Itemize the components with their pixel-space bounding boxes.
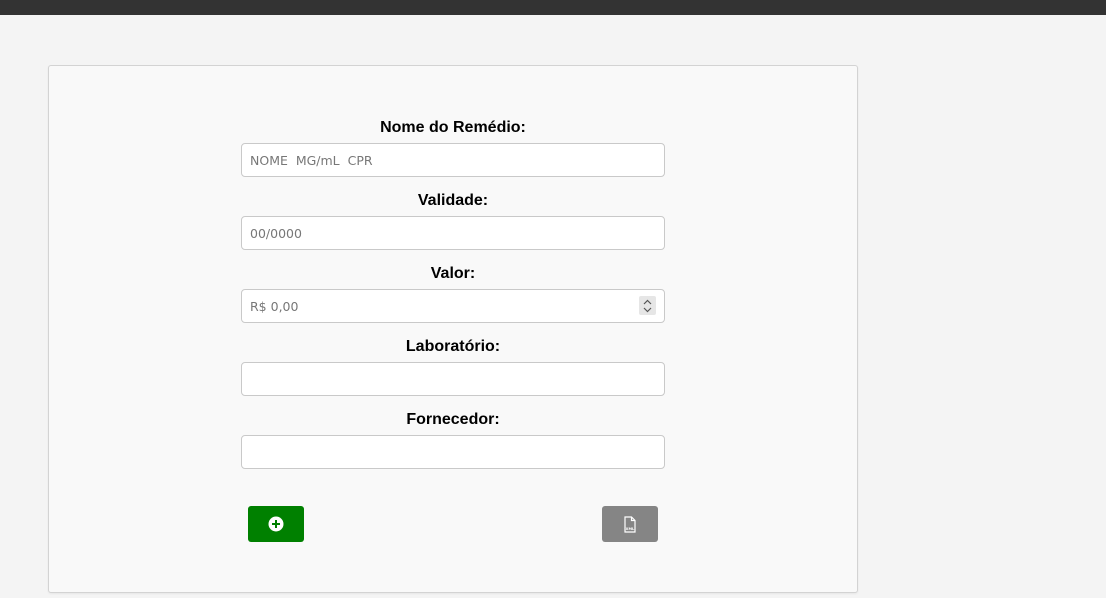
laboratory-field: Laboratório:: [241, 337, 665, 396]
export-xml-button[interactable]: XML: [602, 506, 658, 542]
supplier-label: Fornecedor:: [406, 411, 500, 428]
price-input-wrapper: [241, 289, 665, 323]
supplier-field: Fornecedor:: [241, 410, 665, 469]
chevron-up-icon[interactable]: [643, 299, 652, 305]
medicine-name-input[interactable]: [241, 143, 665, 177]
expiry-label: Validade:: [417, 192, 489, 209]
chevron-down-icon[interactable]: [643, 307, 652, 313]
price-label: Valor:: [430, 265, 476, 282]
expiry-input[interactable]: [241, 216, 665, 250]
price-stepper[interactable]: [639, 296, 656, 315]
medicine-name-label: Nome do Remédio:: [380, 119, 526, 136]
medicine-name-field: Nome do Remédio:: [241, 118, 665, 177]
laboratory-label: Laboratório:: [405, 338, 501, 355]
xml-icon-text: XML: [626, 527, 635, 531]
medicine-form-card: Nome do Remédio: Validade: Valor: Labora…: [48, 65, 858, 593]
expiry-field: Validade:: [241, 191, 665, 250]
supplier-input[interactable]: [241, 435, 665, 469]
laboratory-input[interactable]: [241, 362, 665, 396]
top-bar: [0, 0, 1106, 15]
plus-circle-icon: [268, 516, 284, 532]
add-medicine-button[interactable]: [248, 506, 304, 542]
price-field: Valor:: [241, 264, 665, 323]
price-input[interactable]: [241, 289, 665, 323]
xml-file-icon: XML: [624, 515, 636, 533]
